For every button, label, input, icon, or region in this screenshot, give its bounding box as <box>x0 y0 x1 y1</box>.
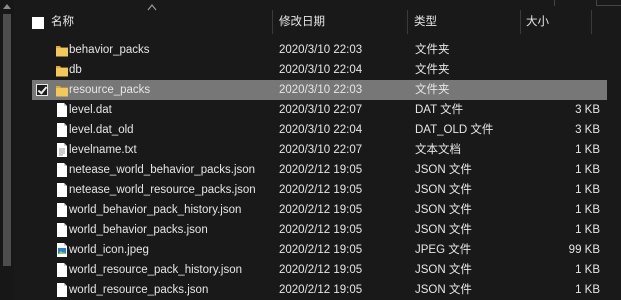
file-size: 1 KB <box>575 284 600 296</box>
file-icon <box>55 122 69 138</box>
sort-ascending-icon <box>147 4 157 11</box>
file-row[interactable]: resource_packs 2020/3/10 22:03 文件夹 <box>32 80 607 100</box>
select-all-checkbox[interactable] <box>32 17 44 29</box>
file-row[interactable]: levelname.txt 2020/3/10 22:07 文本文档 1 KB <box>32 140 607 160</box>
file-type: JSON 文件 <box>415 264 472 276</box>
file-type: JSON 文件 <box>415 224 472 236</box>
folder-icon <box>55 62 69 78</box>
file-size: 1 KB <box>575 164 600 176</box>
file-type: 文本文档 <box>415 144 461 156</box>
file-name: world_resource_packs.json <box>69 284 209 296</box>
file-date-modified: 2020/3/10 22:04 <box>279 124 363 136</box>
file-date-modified: 2020/3/10 22:04 <box>279 64 363 76</box>
file-name: resource_packs <box>69 84 151 96</box>
file-name: netease_world_resource_packs.json <box>69 184 256 196</box>
file-name: world_resource_pack_history.json <box>69 264 243 276</box>
file-type: JSON 文件 <box>415 184 472 196</box>
file-icon <box>55 182 69 198</box>
column-divider[interactable] <box>407 10 408 34</box>
file-size: 1 KB <box>575 204 600 216</box>
file-type: JSON 文件 <box>415 164 472 176</box>
header-edge <box>554 0 590 6</box>
file-name: level.dat <box>69 104 112 116</box>
file-icon <box>55 102 69 118</box>
folder-icon <box>55 82 69 98</box>
file-type: 文件夹 <box>415 64 450 76</box>
file-date-modified: 2020/2/12 19:05 <box>279 224 363 236</box>
file-name: world_behavior_packs.json <box>69 224 208 236</box>
file-date-modified: 2020/2/12 19:05 <box>279 244 363 256</box>
file-type: 文件夹 <box>415 84 450 96</box>
file-row[interactable]: world_resource_packs.json 2020/2/12 19:05… <box>32 280 607 300</box>
file-row[interactable]: behavior_packs 2020/3/10 22:03 文件夹 <box>32 40 607 60</box>
text-file-icon <box>55 142 69 158</box>
file-name: level.dat_old <box>69 124 134 136</box>
file-name: world_icon.jpeg <box>69 244 149 256</box>
file-size: 99 KB <box>568 244 600 256</box>
file-name: netease_world_behavior_packs.json <box>69 164 256 176</box>
file-size: 3 KB <box>575 104 600 116</box>
header-edge <box>596 0 621 6</box>
row-checkbox-checked[interactable] <box>36 84 48 96</box>
file-row[interactable]: netease_world_behavior_packs.json 2020/2/… <box>32 160 607 180</box>
file-type: DAT 文件 <box>415 104 464 116</box>
file-date-modified: 2020/2/12 19:05 <box>279 284 363 296</box>
file-size: 1 KB <box>575 144 600 156</box>
file-row[interactable]: netease_world_resource_packs.json 2020/2/… <box>32 180 607 200</box>
column-name-header[interactable]: 名称 <box>51 10 74 34</box>
file-icon <box>55 162 69 178</box>
column-date-header[interactable]: 修改日期 <box>279 10 325 34</box>
scroll-up-arrow-icon[interactable] <box>3 4 11 9</box>
column-divider[interactable] <box>520 10 521 34</box>
column-header: 名称 修改日期 类型 大小 <box>14 0 621 38</box>
file-size: 1 KB <box>575 224 600 236</box>
file-name: world_behavior_pack_history.json <box>69 204 242 216</box>
file-name: db <box>69 64 82 76</box>
file-row[interactable]: world_resource_pack_history.json 2020/2/1… <box>32 260 607 280</box>
file-name: behavior_packs <box>69 44 150 56</box>
file-date-modified: 2020/2/12 19:05 <box>279 184 363 196</box>
file-row[interactable]: level.dat_old 2020/3/10 22:04 DAT_OLD 文件 3 … <box>32 120 607 140</box>
file-date-modified: 2020/3/10 22:07 <box>279 144 363 156</box>
vertical-scrollbar[interactable] <box>0 0 14 300</box>
file-icon <box>55 262 69 278</box>
column-divider[interactable] <box>591 10 592 34</box>
file-icon <box>55 202 69 218</box>
folder-icon <box>55 42 69 58</box>
file-size: 3 KB <box>575 124 600 136</box>
file-type: JPEG 文件 <box>415 244 472 256</box>
file-date-modified: 2020/2/12 19:05 <box>279 264 363 276</box>
file-type: 文件夹 <box>415 44 450 56</box>
image-file-icon <box>55 242 69 258</box>
file-icon <box>55 222 69 238</box>
file-type: DAT_OLD 文件 <box>415 124 494 136</box>
file-date-modified: 2020/3/10 22:03 <box>279 84 363 96</box>
file-row[interactable]: world_behavior_pack_history.json 2020/2/1… <box>32 200 607 220</box>
file-name: levelname.txt <box>69 144 137 156</box>
file-size: 1 KB <box>575 184 600 196</box>
file-type: JSON 文件 <box>415 204 472 216</box>
file-date-modified: 2020/3/10 22:07 <box>279 104 363 116</box>
column-size-header[interactable]: 大小 <box>526 10 549 34</box>
file-date-modified: 2020/2/12 19:05 <box>279 204 363 216</box>
file-row[interactable]: level.dat 2020/3/10 22:07 DAT 文件 3 KB <box>32 100 607 120</box>
scrollbar-thumb[interactable] <box>3 14 11 266</box>
column-type-header[interactable]: 类型 <box>414 10 437 34</box>
file-row[interactable]: world_behavior_packs.json 2020/2/12 19:05… <box>32 220 607 240</box>
file-row[interactable]: world_icon.jpeg 2020/2/12 19:05 JPEG 文件 99 … <box>32 240 607 260</box>
file-date-modified: 2020/3/10 22:03 <box>279 44 363 56</box>
column-divider[interactable] <box>272 10 273 34</box>
file-icon <box>55 282 69 298</box>
file-row[interactable]: db 2020/3/10 22:04 文件夹 <box>32 60 607 80</box>
file-type: JSON 文件 <box>415 284 472 296</box>
file-list-panel: 名称 修改日期 类型 大小 behavior_packs 2020/3/10 22… <box>14 0 621 300</box>
file-date-modified: 2020/2/12 19:05 <box>279 164 363 176</box>
file-size: 1 KB <box>575 264 600 276</box>
